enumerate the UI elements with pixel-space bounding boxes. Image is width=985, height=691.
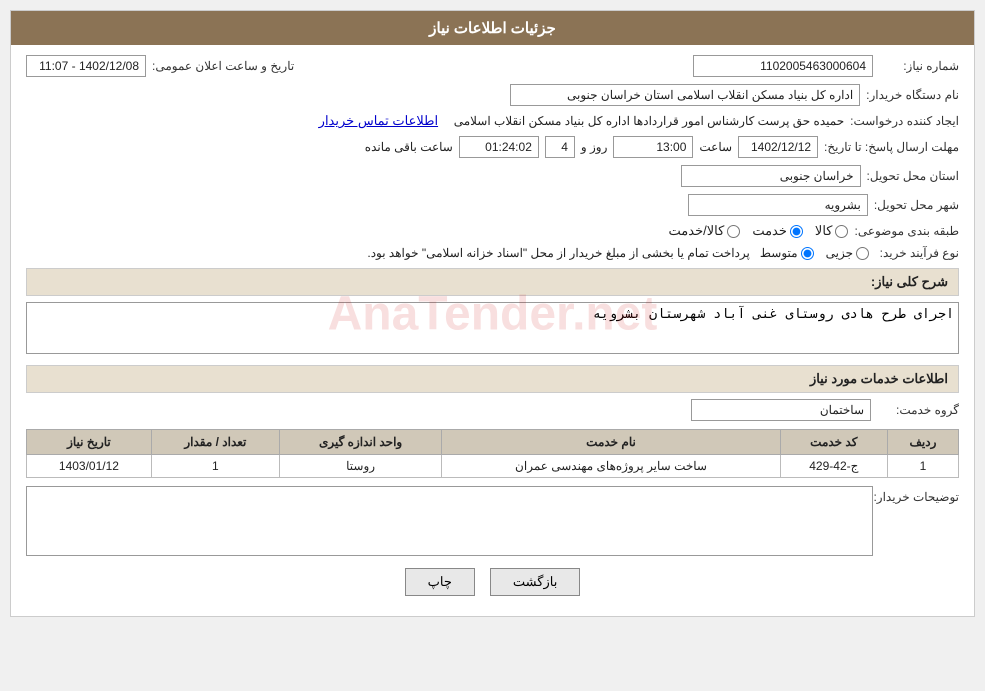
category-kala-label: کالا [815,223,833,239]
procurement-option-motevaset[interactable]: متوسط [760,246,814,260]
province-label: استان محل تحویل: [867,169,959,183]
category-khedmat-label: خدمت [752,223,787,239]
deadline-time-label: ساعت [699,140,732,154]
buyer-notes-textarea[interactable] [26,486,873,556]
description-section-header: شرح کلی نیاز: [26,268,959,296]
description-section-label: شرح کلی نیاز: [871,274,948,289]
col-code: کد خدمت [780,430,887,455]
service-group-label: گروه خدمت: [879,403,959,417]
province-value: خراسان جنوبی [681,165,861,187]
back-button[interactable]: بازگشت [490,568,580,596]
category-radio-kala[interactable] [835,225,848,238]
description-textarea[interactable] [26,302,959,354]
col-name: نام خدمت [442,430,780,455]
city-row: شهر محل تحویل: بشرویه [26,194,959,216]
creator-row: ایجاد کننده درخواست: حمیده حق پرست کارشن… [26,113,959,129]
deadline-days: 4 [545,136,575,158]
announce-date-label: تاریخ و ساعت اعلان عمومی: [152,59,294,73]
procurement-motevaset-label: متوسط [760,246,798,260]
need-number-label: شماره نیاز: [879,59,959,73]
creator-link[interactable]: اطلاعات تماس خریدار [319,113,438,129]
services-section-label: اطلاعات خدمات مورد نیاز [810,371,948,386]
main-card: AnaTender.net جزئیات اطلاعات نیاز شماره … [10,10,975,617]
creator-label: ایجاد کننده درخواست: [850,114,959,128]
deadline-row: مهلت ارسال پاسخ: تا تاریخ: 1402/12/12 سا… [26,136,959,158]
table-cell-name: ساخت سایر پروژه‌های مهندسی عمران [442,455,780,478]
service-group-row: گروه خدمت: ساختمان [26,399,959,421]
service-group-value: ساختمان [691,399,871,421]
procurement-note: پرداخت تمام یا بخشی از مبلغ خریدار از مح… [367,246,750,260]
category-option-khedmat[interactable]: خدمت [752,223,803,239]
category-label: طبقه بندی موضوعی: [854,224,959,238]
need-number-row: شماره نیاز: 1102005463000604 تاریخ و ساع… [26,55,959,77]
procurement-radio-jozyi[interactable] [856,247,869,260]
card-body: شماره نیاز: 1102005463000604 تاریخ و ساع… [11,45,974,616]
procurement-option-jozyi[interactable]: جزیی [826,246,869,260]
col-row: ردیف [887,430,958,455]
announce-date-value: 1402/12/08 - 11:07 [26,55,146,77]
button-row: بازگشت چاپ [26,568,959,606]
print-button[interactable]: چاپ [405,568,475,596]
page-wrapper: AnaTender.net جزئیات اطلاعات نیاز شماره … [0,0,985,691]
category-radio-kala-khedmat[interactable] [727,225,740,238]
col-date: تاریخ نیاز [27,430,152,455]
card-header: جزئیات اطلاعات نیاز [11,11,974,45]
deadline-label: مهلت ارسال پاسخ: تا تاریخ: [824,140,959,154]
buyer-notes-row: توضیحات خریدار: [26,486,959,556]
table-cell-code: ج-42-429 [780,455,887,478]
table-cell-qty: 1 [151,455,279,478]
table-header-row: ردیف کد خدمت نام خدمت واحد اندازه گیری ت… [27,430,959,455]
page-title: جزئیات اطلاعات نیاز [429,20,556,37]
service-table: ردیف کد خدمت نام خدمت واحد اندازه گیری ت… [26,429,959,478]
city-value: بشرویه [688,194,868,216]
category-option-kala-khedmat[interactable]: کالا/خدمت [669,223,741,239]
procurement-label: نوع فرآیند خرید: [879,246,959,260]
category-option-kala[interactable]: کالا [815,223,849,239]
buyer-org-value: اداره کل بنیاد مسکن انقلاب اسلامی استان … [510,84,860,106]
buyer-org-row: نام دستگاه خریدار: اداره کل بنیاد مسکن ا… [26,84,959,106]
need-number-value: 1102005463000604 [693,55,873,77]
category-radio-group: کالا خدمت کالا/خدمت [669,223,849,239]
procurement-radio-group: جزیی متوسط [760,246,869,260]
deadline-time: 13:00 [613,136,693,158]
creator-value: حمیده حق پرست کارشناس امور قراردادها ادا… [454,114,844,128]
table-row: 1ج-42-429ساخت سایر پروژه‌های مهندسی عمرا… [27,455,959,478]
province-row: استان محل تحویل: خراسان جنوبی [26,165,959,187]
category-radio-khedmat[interactable] [790,225,803,238]
city-label: شهر محل تحویل: [874,198,959,212]
category-kala-khedmat-label: کالا/خدمت [669,223,725,239]
col-qty: تعداد / مقدار [151,430,279,455]
deadline-date: 1402/12/12 [738,136,818,158]
table-cell-unit: روستا [279,455,441,478]
category-row: طبقه بندی موضوعی: کالا خدمت کالا/خدمت [26,223,959,239]
col-unit: واحد اندازه گیری [279,430,441,455]
buyer-notes-label: توضیحات خریدار: [879,486,959,504]
deadline-days-label: روز و [581,140,608,154]
procurement-row: نوع فرآیند خرید: جزیی متوسط پرداخت تمام … [26,246,959,260]
procurement-jozyi-label: جزیی [826,246,853,260]
deadline-remaining-label: ساعت باقی مانده [365,140,453,154]
buyer-org-label: نام دستگاه خریدار: [866,88,959,102]
table-cell-date: 1403/01/12 [27,455,152,478]
deadline-remaining: 01:24:02 [459,136,539,158]
description-area: document.querySelector('[data-name="desc… [26,302,959,357]
procurement-radio-motevaset[interactable] [801,247,814,260]
table-cell-row: 1 [887,455,958,478]
services-section-header: اطلاعات خدمات مورد نیاز [26,365,959,393]
